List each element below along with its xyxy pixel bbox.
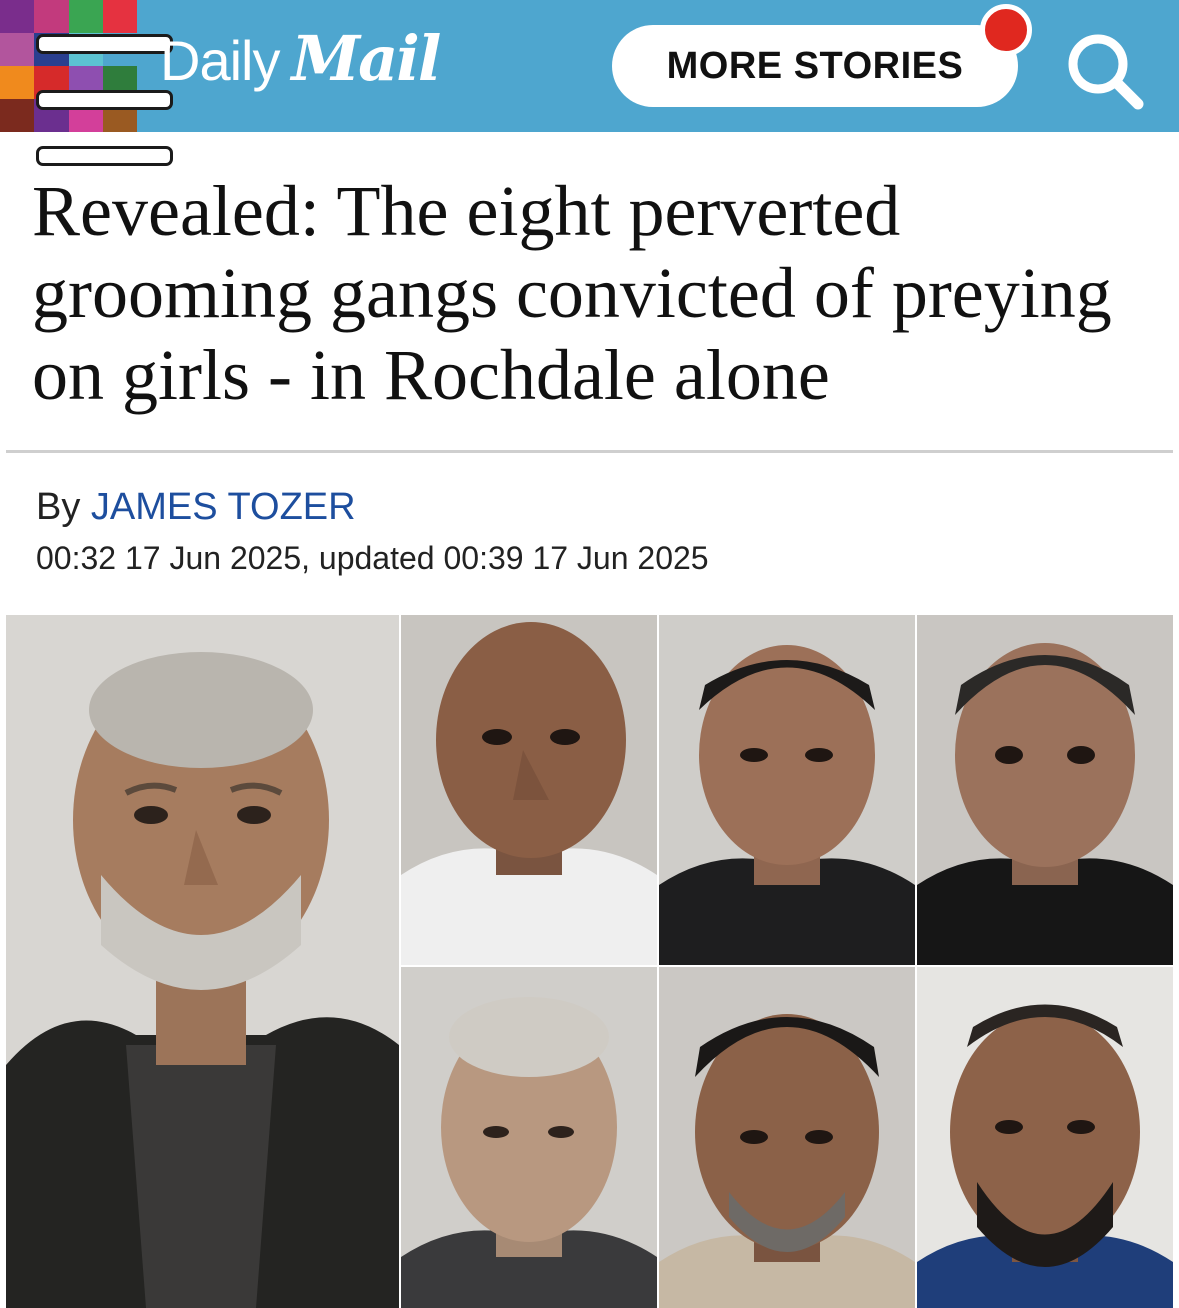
mugshot-3 <box>659 615 915 965</box>
mugshot-7 <box>917 967 1173 1308</box>
byline: By JAMES TOZER <box>36 486 356 529</box>
daily-mail-logo[interactable]: Daily Mail <box>160 22 441 112</box>
menu-button[interactable] <box>0 0 173 166</box>
article-headline: Revealed: The eight perverted grooming g… <box>32 171 1112 415</box>
divider <box>6 450 1173 453</box>
mugshot-2 <box>401 615 657 965</box>
menu-icon <box>36 34 173 166</box>
mugshot-1 <box>6 615 399 1308</box>
publish-date: 00:32 17 Jun 2025, updated 00:39 17 Jun … <box>36 540 709 576</box>
logo-mail: Mail <box>291 22 441 95</box>
more-stories-button[interactable]: MORE STORIES <box>612 25 1018 107</box>
mugshot-5 <box>401 967 657 1308</box>
author-link[interactable]: JAMES TOZER <box>91 486 356 528</box>
byline-prefix: By <box>36 486 81 528</box>
search-icon[interactable] <box>1060 26 1150 116</box>
site-header: Daily Mail MORE STORIES <box>0 0 1179 166</box>
notification-dot <box>980 4 1032 56</box>
mugshot-4 <box>917 615 1173 965</box>
mugshot-6 <box>659 967 915 1308</box>
mugshot-collage-image <box>6 615 1173 1308</box>
logo-daily: Daily <box>160 29 280 92</box>
